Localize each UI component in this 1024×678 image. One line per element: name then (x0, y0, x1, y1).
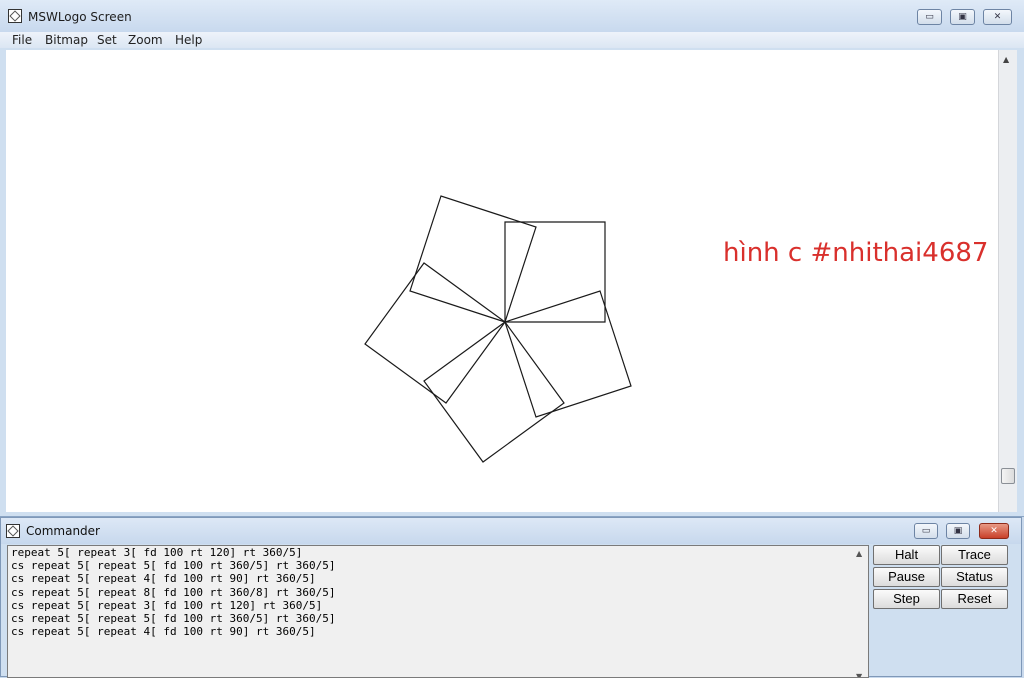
commander-title-bar[interactable]: Commander ▭ ▣ ✕ (1, 518, 1021, 544)
step-button[interactable]: Step (873, 589, 940, 609)
minimize-button[interactable]: ▭ (917, 9, 942, 25)
menu-zoom[interactable]: Zoom (128, 33, 163, 47)
history-scroll-up-icon[interactable]: ▲ (856, 549, 862, 558)
square-3 (364, 262, 506, 404)
history-scroll-down-icon[interactable]: ▼ (856, 672, 862, 677)
menu-bitmap[interactable]: Bitmap (45, 33, 88, 47)
mswlogo-screen-window: MSWLogo Screen ▭ ▣ ✕ File Bitmap Set Zoo… (0, 0, 1024, 517)
turtle-drawing (364, 195, 632, 463)
history-line[interactable]: cs repeat 5[ repeat 4[ fd 100 rt 90] rt … (8, 572, 868, 585)
square-5 (504, 290, 632, 418)
history-line[interactable]: cs repeat 5[ repeat 8[ fd 100 rt 360/8] … (8, 586, 868, 599)
menu-bar: File Bitmap Set Zoom Help (0, 32, 1024, 48)
pause-button[interactable]: Pause (873, 567, 940, 587)
menu-help[interactable]: Help (175, 33, 202, 47)
square-4 (423, 321, 565, 463)
history-line[interactable]: cs repeat 5[ repeat 3[ fd 100 rt 120] rt… (8, 599, 868, 612)
square-1 (504, 221, 606, 323)
history-line[interactable]: cs repeat 5[ repeat 5[ fd 100 rt 360/5] … (8, 559, 868, 572)
commander-minimize-button[interactable]: ▭ (914, 523, 938, 539)
commander-close-button[interactable]: ✕ (979, 523, 1009, 539)
halt-button[interactable]: Halt (873, 545, 940, 565)
scroll-up-icon[interactable]: ▲ (1003, 55, 1009, 64)
menu-set[interactable]: Set (97, 33, 117, 47)
history-line[interactable]: cs repeat 5[ repeat 5[ fd 100 rt 360/5] … (8, 612, 868, 625)
commander-window: Commander ▭ ▣ ✕ repeat 5[ repeat 3[ fd 1… (0, 517, 1022, 678)
overlay-caption: hình c #nhithai4687 (723, 238, 989, 268)
commander-maximize-button[interactable]: ▣ (946, 523, 970, 539)
commander-app-icon[interactable] (6, 524, 20, 538)
history-scrollbar[interactable]: ▲ ▼ (851, 546, 868, 677)
drawing-canvas[interactable]: hình c #nhithai4687 (6, 50, 998, 512)
history-line[interactable]: repeat 5[ repeat 3[ fd 100 rt 120] rt 36… (8, 546, 868, 559)
title-bar[interactable]: MSWLogo Screen ▭ ▣ ✕ (0, 0, 1024, 32)
menu-file[interactable]: File (12, 33, 32, 47)
history-line[interactable]: cs repeat 5[ repeat 4[ fd 100 rt 90] rt … (8, 625, 868, 638)
reset-button[interactable]: Reset (941, 589, 1008, 609)
app-icon[interactable] (8, 9, 22, 23)
command-history[interactable]: repeat 5[ repeat 3[ fd 100 rt 120] rt 36… (7, 545, 869, 678)
close-button[interactable]: ✕ (983, 9, 1012, 25)
commander-title: Commander (26, 524, 100, 538)
status-button[interactable]: Status (941, 567, 1008, 587)
square-2 (409, 195, 537, 323)
scroll-thumb[interactable] (1001, 468, 1015, 484)
canvas-vertical-scrollbar[interactable]: ▲ (998, 50, 1017, 512)
maximize-button[interactable]: ▣ (950, 9, 975, 25)
window-title: MSWLogo Screen (28, 10, 132, 24)
trace-button[interactable]: Trace (941, 545, 1008, 565)
